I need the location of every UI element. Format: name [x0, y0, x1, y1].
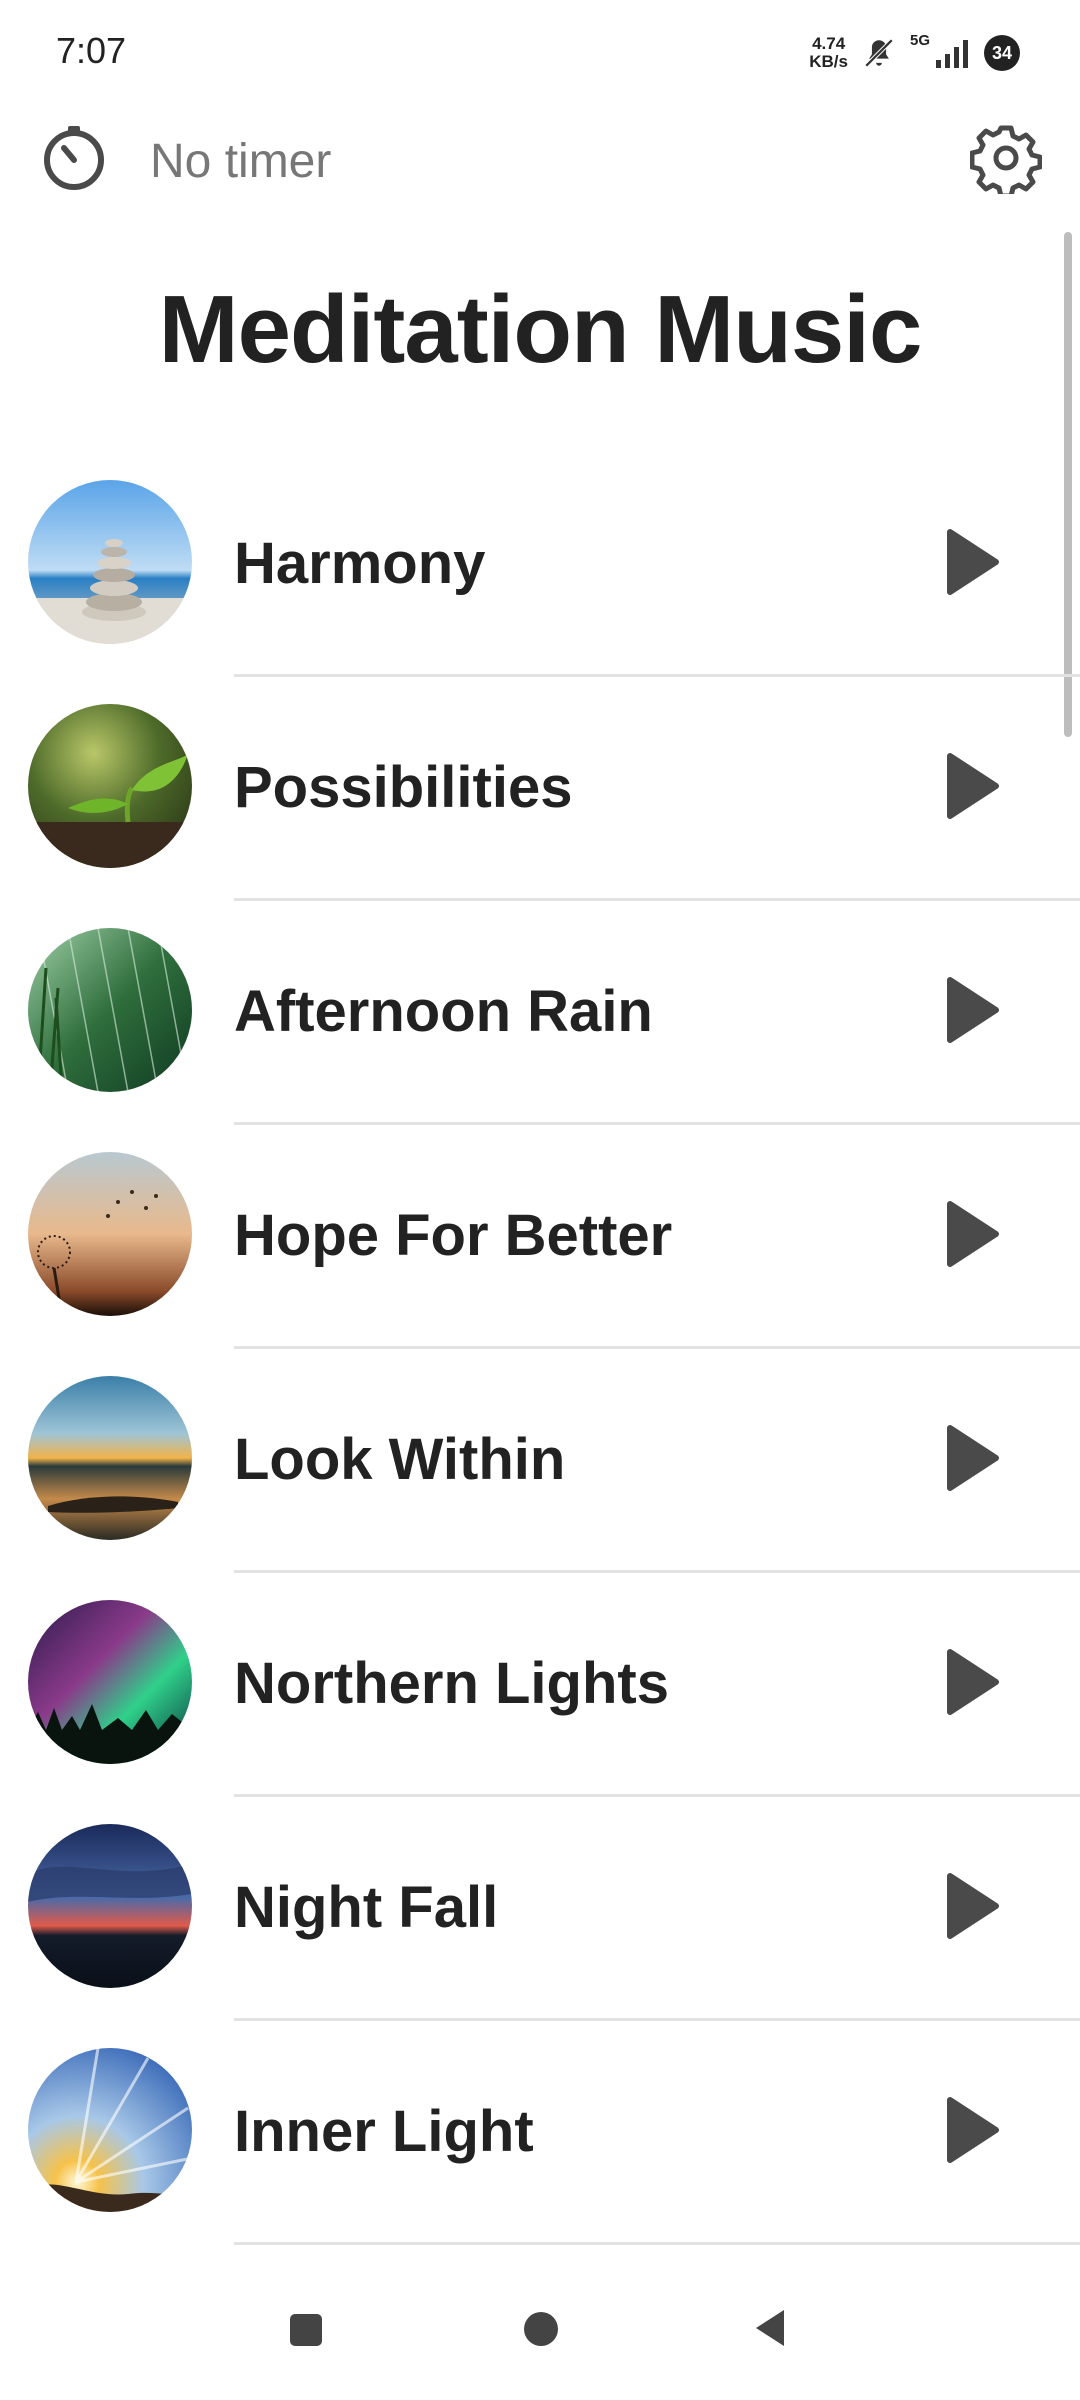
stopwatch-icon[interactable]	[38, 122, 110, 194]
status-bar: 7:07 4.74 KB/s 5G 34	[0, 0, 1080, 100]
list-item[interactable]: Harmony	[0, 462, 1080, 686]
play-icon[interactable]	[930, 746, 1010, 826]
play-icon[interactable]	[930, 1418, 1010, 1498]
track-title: Inner Light	[234, 2099, 534, 2164]
track-title: Harmony	[234, 531, 486, 596]
status-time: 7:07	[56, 30, 127, 71]
page-title: Meditation Music	[158, 276, 923, 383]
divider	[234, 1346, 1080, 1349]
track-title: Possibilities	[234, 755, 573, 820]
gear-icon[interactable]	[970, 122, 1042, 194]
back-button[interactable]	[756, 2310, 784, 2346]
divider	[234, 1570, 1080, 1573]
play-icon[interactable]	[930, 970, 1010, 1050]
harmony-thumbnail	[28, 480, 192, 644]
system-nav-bar	[0, 2290, 1080, 2400]
home-button[interactable]	[524, 2312, 558, 2346]
list-item[interactable]: Look Within	[0, 1358, 1080, 1582]
divider	[234, 898, 1080, 901]
network-type: 5G	[909, 32, 930, 49]
top-bar: No timer	[0, 110, 1080, 210]
hope-for-better-thumbnail	[28, 1152, 192, 1316]
list-item[interactable]: Night Fall	[0, 1806, 1080, 2030]
track-title: Night Fall	[234, 1875, 499, 1940]
divider	[234, 2242, 1080, 2245]
net-speed: 4.74 KB/s	[809, 35, 848, 71]
status-indicators: 4.74 KB/s 5G 34	[809, 28, 1020, 78]
divider	[234, 2018, 1080, 2021]
mute-icon	[864, 38, 894, 68]
play-icon[interactable]	[930, 522, 1010, 602]
net-speed-unit: KB/s	[809, 52, 848, 71]
night-fall-thumbnail	[28, 1824, 192, 1988]
track-title: Hope For Better	[234, 1203, 673, 1268]
play-icon[interactable]	[930, 2090, 1010, 2170]
look-within-thumbnail	[28, 1376, 192, 1540]
signal-icon	[936, 40, 968, 68]
divider	[234, 1122, 1080, 1125]
play-icon[interactable]	[930, 1194, 1010, 1274]
possibilities-thumbnail	[28, 704, 192, 868]
afternoon-rain-thumbnail	[28, 928, 192, 1092]
list-item[interactable]: Possibilities	[0, 686, 1080, 910]
divider	[234, 1794, 1080, 1797]
list-item[interactable]: Inner Light	[0, 2030, 1080, 2254]
track-title: Look Within	[234, 1427, 566, 1492]
northern-lights-thumbnail	[28, 1600, 192, 1764]
battery-badge: 34	[984, 35, 1020, 71]
list-item[interactable]: Hope For Better	[0, 1134, 1080, 1358]
inner-light-thumbnail	[28, 2048, 192, 2212]
play-icon[interactable]	[930, 1642, 1010, 1722]
recents-button[interactable]	[290, 2314, 322, 2346]
list-item[interactable]: Northern Lights	[0, 1582, 1080, 1806]
list-item[interactable]: Afternoon Rain	[0, 910, 1080, 1134]
play-icon[interactable]	[930, 1866, 1010, 1946]
track-title: Afternoon Rain	[234, 979, 653, 1044]
divider	[234, 674, 1080, 677]
timer-label[interactable]: No timer	[150, 134, 331, 189]
track-title: Northern Lights	[234, 1651, 669, 1716]
net-speed-value: 4.74	[812, 34, 846, 53]
